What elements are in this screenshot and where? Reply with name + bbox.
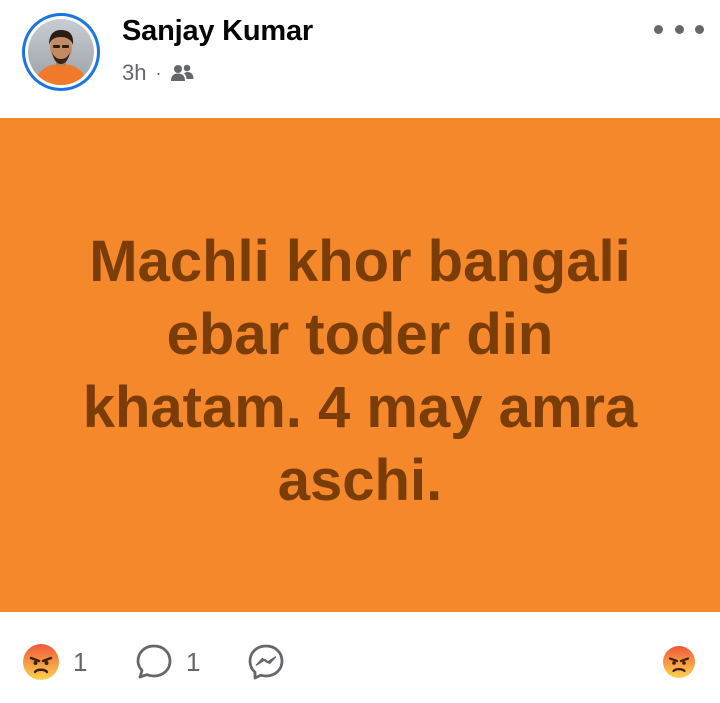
reaction-count: 1 [73,646,88,677]
share-messenger-button[interactable] [247,642,285,682]
post-footer: 1 1 [0,612,720,703]
post-timestamp[interactable]: 3h [122,60,146,86]
comment-icon [135,643,173,681]
post-body: Machli khor bangali ebar toder din khata… [0,118,720,612]
angry-reaction-icon [22,643,60,681]
comment-count: 1 [186,646,201,677]
more-options-button[interactable] [654,14,704,44]
author-name[interactable]: Sanjay Kumar [122,15,313,48]
more-dot [654,24,663,34]
react-button[interactable] [660,642,698,682]
more-dot [674,24,684,34]
comments-button[interactable]: 1 [135,642,200,682]
angry-reaction-icon [660,643,698,681]
reaction-summary[interactable]: 1 [22,642,87,682]
messenger-icon [247,643,285,681]
post-header: Sanjay Kumar 3h · [0,0,720,118]
avatar[interactable] [22,13,100,91]
friends-icon[interactable] [169,63,195,83]
avatar-photo [28,19,94,85]
meta-separator: · [155,62,162,83]
more-dot [695,24,704,34]
post-meta: 3h · [122,59,195,87]
post-text: Machli khor bangali ebar toder din khata… [82,229,638,513]
